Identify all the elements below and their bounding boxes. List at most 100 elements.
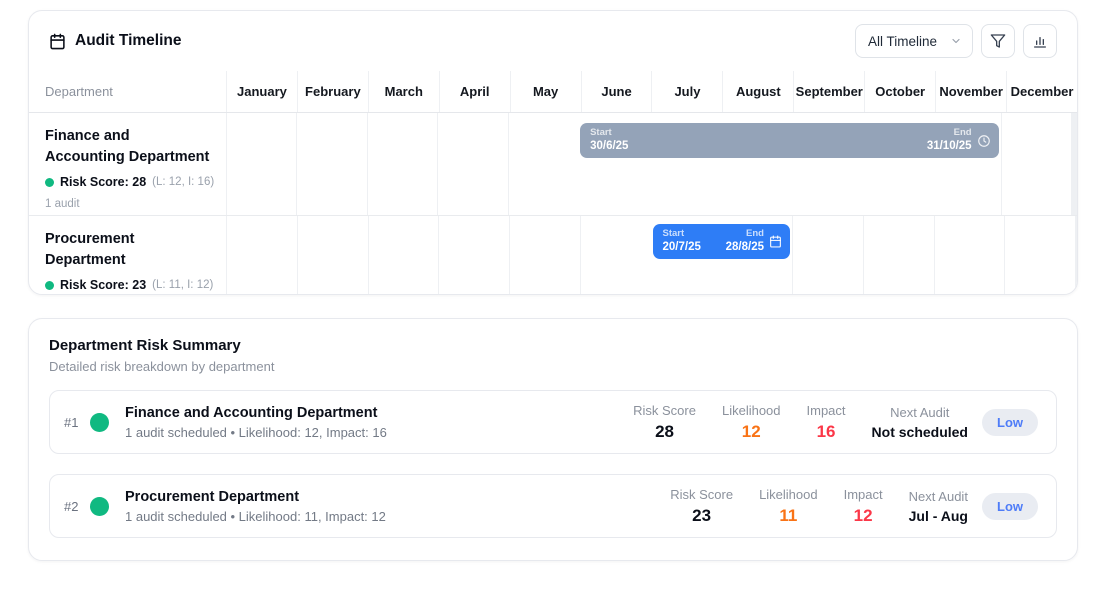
metric-label: Impact bbox=[844, 487, 883, 502]
department-name: Procurement Department bbox=[45, 229, 210, 271]
timeline-grid-cell bbox=[297, 216, 368, 295]
bar-chart-icon bbox=[1032, 33, 1048, 49]
next-audit-metric: Next Audit Jul - Aug bbox=[909, 489, 968, 524]
bar-start-date: 20/7/25 bbox=[663, 240, 701, 254]
metric-value: 12 bbox=[854, 506, 873, 526]
department-name: Finance and Accounting Department bbox=[45, 126, 210, 168]
risk-score-metric: Risk Score 28 bbox=[633, 403, 696, 442]
likelihood-metric: Likelihood 11 bbox=[759, 487, 818, 526]
timeline-grid-cell bbox=[438, 216, 509, 295]
metric-value: 11 bbox=[779, 506, 797, 526]
timeline-title: Audit Timeline bbox=[75, 32, 182, 50]
timeline-grid-cell bbox=[1076, 113, 1077, 215]
department-risk-summary-card: Department Risk Summary Detailed risk br… bbox=[28, 318, 1078, 561]
timeline-row-procurement: Procurement Department Risk Score: 23 (L… bbox=[29, 216, 1077, 295]
audit-timeline-card: Audit Timeline All Timeline bbox=[28, 10, 1078, 295]
impact-metric: Impact 16 bbox=[807, 403, 846, 442]
metric-label: Next Audit bbox=[890, 405, 949, 420]
summary-department-details: 1 audit scheduled • Likelihood: 11, Impa… bbox=[125, 509, 386, 524]
bar-end-label: End bbox=[726, 228, 764, 240]
month-header-row: JanuaryFebruaryMarchAprilMayJuneJulyAugu… bbox=[226, 71, 1077, 112]
next-audit-metric: Next Audit Not scheduled bbox=[872, 405, 968, 440]
metric-value: Not scheduled bbox=[872, 424, 968, 440]
timeline-grid-row: Start 30/6/25 End 31/10/25 bbox=[226, 113, 1077, 215]
timeline-grid-cell bbox=[934, 216, 1005, 295]
month-header-cell: April bbox=[439, 71, 510, 112]
timeline-grid-cell bbox=[1004, 216, 1075, 295]
summary-department-details: 1 audit scheduled • Likelihood: 12, Impa… bbox=[125, 425, 387, 440]
risk-status-dot bbox=[45, 281, 54, 290]
risk-status-dot bbox=[45, 178, 54, 187]
metric-label: Risk Score bbox=[633, 403, 696, 418]
chart-view-button[interactable] bbox=[1023, 24, 1057, 58]
timeline-grid-cell bbox=[226, 113, 296, 215]
gantt-bar-procurement[interactable]: Start 20/7/25 End 28/8/25 bbox=[653, 224, 791, 259]
metric-value: Jul - Aug bbox=[909, 508, 968, 524]
timeline-grid-cell bbox=[792, 216, 863, 295]
timeline-grid-cell bbox=[1001, 113, 1071, 215]
bar-end-date: 31/10/25 bbox=[927, 139, 972, 153]
month-header-cell: July bbox=[651, 71, 722, 112]
timeline-grid-cell bbox=[226, 216, 297, 295]
risk-score-text: Risk Score: 23 bbox=[60, 278, 146, 292]
metric-value: 16 bbox=[817, 422, 836, 442]
summary-row-finance[interactable]: #1 Finance and Accounting Department 1 a… bbox=[49, 390, 1057, 454]
timeline-grid-cell bbox=[1076, 216, 1077, 295]
timeline-grid-cell bbox=[580, 216, 651, 295]
gantt-bar-finance[interactable]: Start 30/6/25 End 31/10/25 bbox=[580, 123, 999, 158]
funnel-icon bbox=[990, 33, 1006, 49]
likelihood-impact-text: (L: 12, I: 16) bbox=[152, 176, 214, 188]
timeline-grid-cell bbox=[863, 216, 934, 295]
timeline-column-headers: Department JanuaryFebruaryMarchAprilMayJ… bbox=[29, 71, 1077, 113]
metric-label: Impact bbox=[807, 403, 846, 418]
metric-label: Likelihood bbox=[722, 403, 781, 418]
timeline-header: Audit Timeline All Timeline bbox=[29, 11, 1077, 71]
month-header-cell: November bbox=[935, 71, 1006, 112]
chevron-down-icon bbox=[950, 35, 962, 47]
calendar-icon bbox=[49, 33, 66, 50]
summary-row-procurement[interactable]: #2 Procurement Department 1 audit schedu… bbox=[49, 474, 1057, 538]
month-header-cell: June bbox=[581, 71, 652, 112]
timeline-grid-row: Start 20/7/25 End 28/8/25 bbox=[226, 216, 1077, 295]
metric-label: Next Audit bbox=[909, 489, 968, 504]
impact-metric: Impact 12 bbox=[844, 487, 883, 526]
likelihood-impact-text: (L: 11, I: 12) bbox=[152, 279, 213, 291]
metric-label: Risk Score bbox=[670, 487, 733, 502]
timeline-filter-select[interactable]: All Timeline bbox=[855, 24, 973, 58]
metric-value: 23 bbox=[692, 506, 711, 526]
bar-start-label: Start bbox=[663, 228, 701, 240]
month-header-cell: March bbox=[368, 71, 439, 112]
risk-score-metric: Risk Score 23 bbox=[670, 487, 733, 526]
filter-button[interactable] bbox=[981, 24, 1015, 58]
risk-score-text: Risk Score: 28 bbox=[60, 175, 146, 189]
risk-level-badge: Low bbox=[982, 409, 1038, 436]
bar-end-date: 28/8/25 bbox=[726, 240, 764, 254]
clock-icon bbox=[977, 134, 991, 148]
timeline-filter-value: All Timeline bbox=[868, 34, 937, 49]
month-header-cell: January bbox=[226, 71, 297, 112]
timeline-grid-cell bbox=[509, 216, 580, 295]
summary-department-name: Procurement Department bbox=[125, 489, 386, 505]
month-header-cell: October bbox=[864, 71, 935, 112]
metric-label: Likelihood bbox=[759, 487, 818, 502]
rank-label: #1 bbox=[64, 415, 88, 430]
timeline-grid-cell bbox=[368, 216, 439, 295]
calendar-icon bbox=[769, 235, 782, 248]
risk-status-dot bbox=[90, 413, 109, 432]
timeline-grid-cell bbox=[437, 113, 507, 215]
timeline-grid-cell bbox=[296, 113, 366, 215]
department-column-header: Department bbox=[45, 84, 113, 99]
timeline-grid-cell bbox=[508, 113, 578, 215]
month-header-cell: August bbox=[722, 71, 793, 112]
summary-title: Department Risk Summary bbox=[49, 337, 1057, 354]
likelihood-metric: Likelihood 12 bbox=[722, 403, 781, 442]
summary-department-name: Finance and Accounting Department bbox=[125, 405, 387, 421]
risk-level-badge: Low bbox=[982, 493, 1038, 520]
month-header-cell: September bbox=[793, 71, 864, 112]
risk-status-dot bbox=[90, 497, 109, 516]
bar-end-label: End bbox=[927, 127, 972, 139]
month-header-cell: December bbox=[1006, 71, 1077, 112]
month-header-cell: May bbox=[510, 71, 581, 112]
summary-subtitle: Detailed risk breakdown by department bbox=[49, 359, 1057, 374]
month-header-cell: February bbox=[297, 71, 368, 112]
